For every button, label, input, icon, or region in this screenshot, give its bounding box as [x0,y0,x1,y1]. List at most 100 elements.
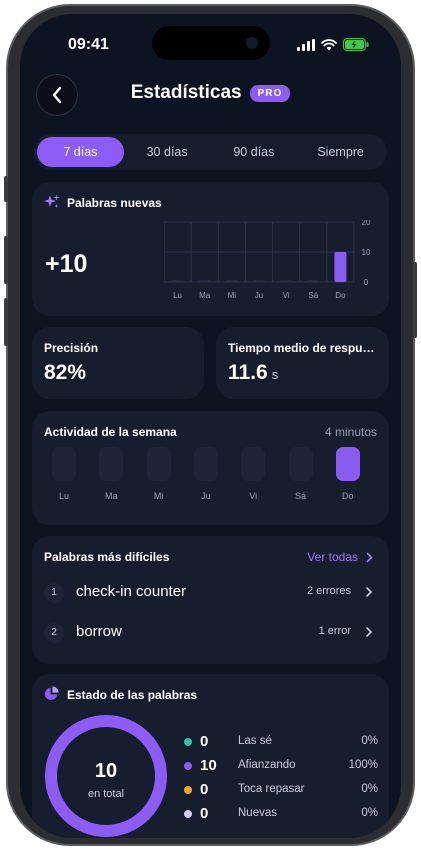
difficult-word: borrow [76,623,122,640]
x-tick-label: Lu [173,291,182,300]
error-count: 2 errores [306,585,351,597]
sparkles-icon [44,194,60,208]
avg-time-unit: s [271,367,279,382]
new-words-title: Palabras nuevas [67,196,162,210]
new-words-card: Palabras nuevas +10 20 10 0 Lu Ma Mi Ju Vi Sá Do [32,182,389,316]
activity-bar [99,447,124,481]
precision-card: Precisión 82% [32,327,204,399]
tab-90-dias[interactable]: 90 días [211,137,298,167]
app-screen: 09:41 Estadísticas PRO 7 días 30 días 90… [20,14,401,838]
precision-label: Precisión [44,341,99,355]
legend-name: Nuevas [238,807,277,819]
activity-day-label: Ju [201,491,211,501]
legend-count: 0 [200,781,209,798]
activity-day-label: Do [342,491,354,501]
bar-Ma [198,280,211,282]
chevron-right-icon [366,627,372,637]
activity-bar [241,447,266,481]
tab-siempre[interactable]: Siempre [297,137,384,167]
signal-icon [297,38,315,51]
activity-day-label: Ma [105,491,118,501]
difficult-word-row[interactable]: 1 check-in counter 2 errores [44,578,377,608]
activity-day: Mi [146,447,171,501]
legend-percent: 0% [361,807,378,819]
word-state-title: Estado de las palabras [67,688,198,702]
legend-percent: 100% [348,759,378,771]
difficult-word-row[interactable]: 2 borrow 1 error [44,618,377,648]
tab-7-dias[interactable]: 7 días [37,137,124,167]
x-tick-label: Ma [199,291,211,300]
activity-day: Ju [193,447,218,501]
rank-badge: 1 [44,583,64,603]
legend-dot [184,786,192,794]
volume-down-button [4,298,8,346]
chevron-right-icon [366,587,372,597]
new-words-value: +10 [45,250,88,278]
activity-bar [288,447,313,481]
activity-day-label: Sá [294,491,306,501]
legend-dot [184,738,192,746]
header: Estadísticas PRO [20,74,401,118]
difficult-words-card: Palabras más difíciles Ver todas 1 check… [32,536,389,664]
activity-title: Actividad de la semana [44,425,177,439]
activity-day: Do [335,447,360,501]
avg-time-card: Tiempo medio de respue… 11.6 s [216,327,389,399]
legend-dot [184,762,192,770]
bar-Ju [253,280,265,282]
error-count: 1 error [318,625,351,637]
bar-Sá [307,280,320,282]
activity-bar [335,447,360,481]
wifi-icon [321,38,337,50]
chevron-right-icon [366,552,373,562]
legend-count: 0 [200,805,209,822]
activity-bar [193,447,218,481]
avg-time-value: 11.6 [228,361,268,384]
bar-Vi [280,280,293,282]
bar-Do [334,252,347,282]
volume-up-button [4,236,8,284]
battery-charging-icon [343,38,369,51]
activity-day-label: Mi [153,491,164,501]
tab-30-dias[interactable]: 30 días [124,137,211,167]
legend-percent: 0% [361,735,378,747]
avg-time-value-wrap: 11.6 s [228,361,278,385]
see-all-link[interactable]: Ver todas [307,550,373,564]
activity-day-label: Vi [249,491,258,501]
status-icons [297,38,369,51]
avg-time-label: Tiempo medio de respue… [228,341,378,355]
x-tick-label: Ju [255,291,263,300]
weekly-activity-card: Actividad de la semana 4 minutos Lu Ma Mi J… [32,411,389,525]
rank-badge: 2 [44,623,64,643]
range-tabs: 7 días 30 días 90 días Siempre [34,134,387,170]
donut-total-number: 10 [95,760,117,782]
legend-count: 10 [200,757,217,774]
precision-value: 82% [44,361,87,384]
x-tick-label: Vi [283,291,290,300]
dynamic-island [152,26,270,60]
bar-Lu [171,280,184,282]
activity-bar [146,447,171,481]
y-tick-label: 0 [364,278,369,287]
y-tick-label: 20 [362,220,371,227]
legend-item-nuevas: 0 Nuevas 0% [182,804,378,824]
activity-day: Ma [99,447,124,501]
activity-total: 4 minutos [324,425,377,439]
legend-item-toca-repasar: 0 Toca repasar 0% [182,780,378,800]
action-button [4,176,8,202]
power-button [413,262,417,338]
word-state-card: Estado de las palabras 10 en total 0 Las… [32,674,389,838]
difficult-title: Palabras más difíciles [44,550,170,564]
difficult-word: check-in counter [76,583,187,600]
page-title: Estadísticas [130,82,242,103]
activity-bar [52,447,76,481]
x-tick-label: Do [335,291,346,300]
activity-day: Lu [52,447,76,501]
legend-count: 0 [200,733,209,750]
x-tick-label: Sá [308,291,318,300]
new-words-chart: 20 10 0 Lu Ma Mi Ju Vi Sá Do [164,220,371,300]
legend-dot [184,810,192,818]
y-tick-label: 10 [362,248,371,257]
activity-bars: Lu Ma Mi Ju Vi Sá Do [42,447,382,517]
legend-percent: 0% [361,783,378,795]
legend-name: Toca repasar [238,783,305,795]
